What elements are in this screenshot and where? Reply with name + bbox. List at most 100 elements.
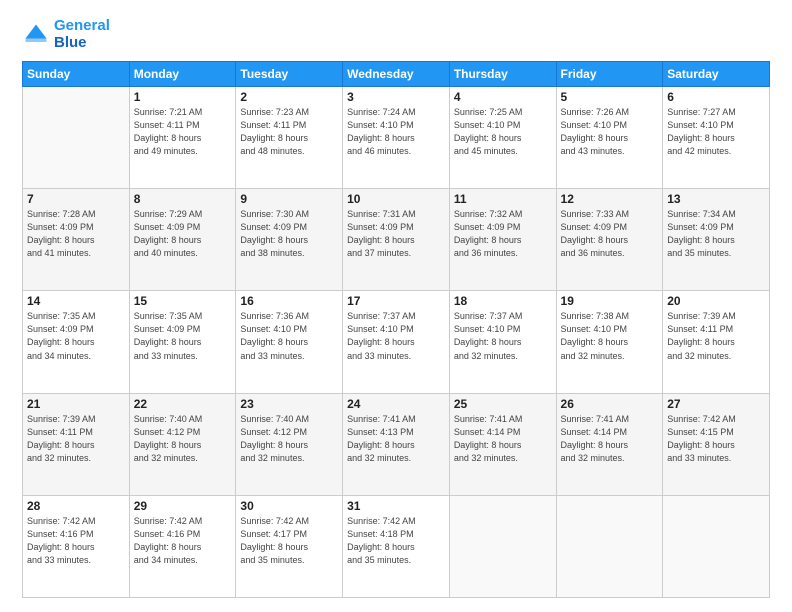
day-info: Sunrise: 7:31 AM Sunset: 4:09 PM Dayligh… (347, 208, 445, 260)
day-info: Sunrise: 7:38 AM Sunset: 4:10 PM Dayligh… (561, 310, 659, 362)
calendar-week: 7 Sunrise: 7:28 AM Sunset: 4:09 PM Daylig… (23, 189, 770, 291)
calendar-cell: 1 Sunrise: 7:21 AM Sunset: 4:11 PM Daylig… (129, 87, 236, 189)
day-info: Sunrise: 7:27 AM Sunset: 4:10 PM Dayligh… (667, 106, 765, 158)
calendar-cell: 15Sunrise: 7:35 AM Sunset: 4:09 PM Dayli… (129, 291, 236, 393)
day-number: 16 (240, 294, 338, 308)
day-info: Sunrise: 7:42 AM Sunset: 4:18 PM Dayligh… (347, 515, 445, 567)
day-number: 29 (134, 499, 232, 513)
day-number: 19 (561, 294, 659, 308)
day-number: 22 (134, 397, 232, 411)
weekday-header: Sunday (23, 62, 130, 87)
calendar-cell (449, 495, 556, 597)
day-info: Sunrise: 7:42 AM Sunset: 4:15 PM Dayligh… (667, 413, 765, 465)
calendar-table: SundayMondayTuesdayWednesdayThursdayFrid… (22, 61, 770, 598)
day-info: Sunrise: 7:28 AM Sunset: 4:09 PM Dayligh… (27, 208, 125, 260)
day-info: Sunrise: 7:41 AM Sunset: 4:14 PM Dayligh… (561, 413, 659, 465)
day-number: 15 (134, 294, 232, 308)
calendar-cell: 13Sunrise: 7:34 AM Sunset: 4:09 PM Dayli… (663, 189, 770, 291)
calendar-cell: 11 Sunrise: 7:32 AM Sunset: 4:09 PM Dayli… (449, 189, 556, 291)
page: General Blue SundayMondayTuesdayWednesda… (0, 0, 792, 612)
weekday-header: Monday (129, 62, 236, 87)
day-info: Sunrise: 7:35 AM Sunset: 4:09 PM Dayligh… (27, 310, 125, 362)
weekday-header: Friday (556, 62, 663, 87)
day-number: 20 (667, 294, 765, 308)
calendar-cell: 20 Sunrise: 7:39 AM Sunset: 4:11 PM Dayli… (663, 291, 770, 393)
calendar-cell: 30Sunrise: 7:42 AM Sunset: 4:17 PM Dayli… (236, 495, 343, 597)
calendar-cell: 16 Sunrise: 7:36 AM Sunset: 4:10 PM Dayli… (236, 291, 343, 393)
day-number: 1 (134, 90, 232, 104)
day-info: Sunrise: 7:32 AM Sunset: 4:09 PM Dayligh… (454, 208, 552, 260)
day-info: Sunrise: 7:37 AM Sunset: 4:10 PM Dayligh… (454, 310, 552, 362)
calendar-cell: 6 Sunrise: 7:27 AM Sunset: 4:10 PM Daylig… (663, 87, 770, 189)
calendar-cell: 3Sunrise: 7:24 AM Sunset: 4:10 PM Daylig… (343, 87, 450, 189)
calendar-cell: 4Sunrise: 7:25 AM Sunset: 4:10 PM Daylig… (449, 87, 556, 189)
calendar-cell: 7 Sunrise: 7:28 AM Sunset: 4:09 PM Daylig… (23, 189, 130, 291)
calendar-cell: 27 Sunrise: 7:42 AM Sunset: 4:15 PM Dayli… (663, 393, 770, 495)
calendar-cell: 9 Sunrise: 7:30 AM Sunset: 4:09 PM Daylig… (236, 189, 343, 291)
day-number: 30 (240, 499, 338, 513)
day-number: 2 (240, 90, 338, 104)
logo-icon (22, 21, 50, 49)
day-number: 9 (240, 192, 338, 206)
calendar-cell: 28 Sunrise: 7:42 AM Sunset: 4:16 PM Dayli… (23, 495, 130, 597)
calendar-cell: 8Sunrise: 7:29 AM Sunset: 4:09 PM Daylig… (129, 189, 236, 291)
day-info: Sunrise: 7:42 AM Sunset: 4:16 PM Dayligh… (27, 515, 125, 567)
day-number: 11 (454, 192, 552, 206)
day-info: Sunrise: 7:41 AM Sunset: 4:14 PM Dayligh… (454, 413, 552, 465)
calendar-cell (663, 495, 770, 597)
day-number: 18 (454, 294, 552, 308)
day-number: 27 (667, 397, 765, 411)
weekday-header: Saturday (663, 62, 770, 87)
day-number: 17 (347, 294, 445, 308)
day-info: Sunrise: 7:39 AM Sunset: 4:11 PM Dayligh… (27, 413, 125, 465)
day-number: 31 (347, 499, 445, 513)
calendar-cell: 2 Sunrise: 7:23 AM Sunset: 4:11 PM Daylig… (236, 87, 343, 189)
calendar-cell: 14 Sunrise: 7:35 AM Sunset: 4:09 PM Dayli… (23, 291, 130, 393)
logo: General Blue (22, 18, 110, 51)
calendar-cell: 19 Sunrise: 7:38 AM Sunset: 4:10 PM Dayli… (556, 291, 663, 393)
day-number: 28 (27, 499, 125, 513)
calendar-week: 1 Sunrise: 7:21 AM Sunset: 4:11 PM Daylig… (23, 87, 770, 189)
logo-text: General Blue (54, 18, 110, 51)
weekday-header: Thursday (449, 62, 556, 87)
day-info: Sunrise: 7:42 AM Sunset: 4:16 PM Dayligh… (134, 515, 232, 567)
calendar-cell: 23Sunrise: 7:40 AM Sunset: 4:12 PM Dayli… (236, 393, 343, 495)
day-number: 5 (561, 90, 659, 104)
calendar-cell (23, 87, 130, 189)
day-info: Sunrise: 7:36 AM Sunset: 4:10 PM Dayligh… (240, 310, 338, 362)
day-info: Sunrise: 7:34 AM Sunset: 4:09 PM Dayligh… (667, 208, 765, 260)
day-info: Sunrise: 7:26 AM Sunset: 4:10 PM Dayligh… (561, 106, 659, 158)
calendar-cell (556, 495, 663, 597)
day-info: Sunrise: 7:39 AM Sunset: 4:11 PM Dayligh… (667, 310, 765, 362)
calendar-cell: 29 Sunrise: 7:42 AM Sunset: 4:16 PM Dayli… (129, 495, 236, 597)
day-number: 7 (27, 192, 125, 206)
day-info: Sunrise: 7:21 AM Sunset: 4:11 PM Dayligh… (134, 106, 232, 158)
calendar-cell: 24Sunrise: 7:41 AM Sunset: 4:13 PM Dayli… (343, 393, 450, 495)
calendar-cell: 5 Sunrise: 7:26 AM Sunset: 4:10 PM Daylig… (556, 87, 663, 189)
calendar-week: 21 Sunrise: 7:39 AM Sunset: 4:11 PM Dayli… (23, 393, 770, 495)
day-info: Sunrise: 7:41 AM Sunset: 4:13 PM Dayligh… (347, 413, 445, 465)
day-number: 21 (27, 397, 125, 411)
day-info: Sunrise: 7:24 AM Sunset: 4:10 PM Dayligh… (347, 106, 445, 158)
calendar-cell: 17Sunrise: 7:37 AM Sunset: 4:10 PM Dayli… (343, 291, 450, 393)
calendar-week: 28 Sunrise: 7:42 AM Sunset: 4:16 PM Dayli… (23, 495, 770, 597)
day-number: 4 (454, 90, 552, 104)
day-number: 6 (667, 90, 765, 104)
day-number: 12 (561, 192, 659, 206)
day-info: Sunrise: 7:30 AM Sunset: 4:09 PM Dayligh… (240, 208, 338, 260)
day-info: Sunrise: 7:40 AM Sunset: 4:12 PM Dayligh… (240, 413, 338, 465)
day-info: Sunrise: 7:29 AM Sunset: 4:09 PM Dayligh… (134, 208, 232, 260)
calendar-cell: 21 Sunrise: 7:39 AM Sunset: 4:11 PM Dayli… (23, 393, 130, 495)
weekday-header: Wednesday (343, 62, 450, 87)
weekday-header: Tuesday (236, 62, 343, 87)
day-number: 26 (561, 397, 659, 411)
calendar-cell: 22Sunrise: 7:40 AM Sunset: 4:12 PM Dayli… (129, 393, 236, 495)
day-info: Sunrise: 7:23 AM Sunset: 4:11 PM Dayligh… (240, 106, 338, 158)
calendar-cell: 31 Sunrise: 7:42 AM Sunset: 4:18 PM Dayli… (343, 495, 450, 597)
day-number: 25 (454, 397, 552, 411)
header: General Blue (22, 18, 770, 51)
day-number: 14 (27, 294, 125, 308)
calendar-cell: 26 Sunrise: 7:41 AM Sunset: 4:14 PM Dayli… (556, 393, 663, 495)
day-info: Sunrise: 7:33 AM Sunset: 4:09 PM Dayligh… (561, 208, 659, 260)
day-number: 10 (347, 192, 445, 206)
